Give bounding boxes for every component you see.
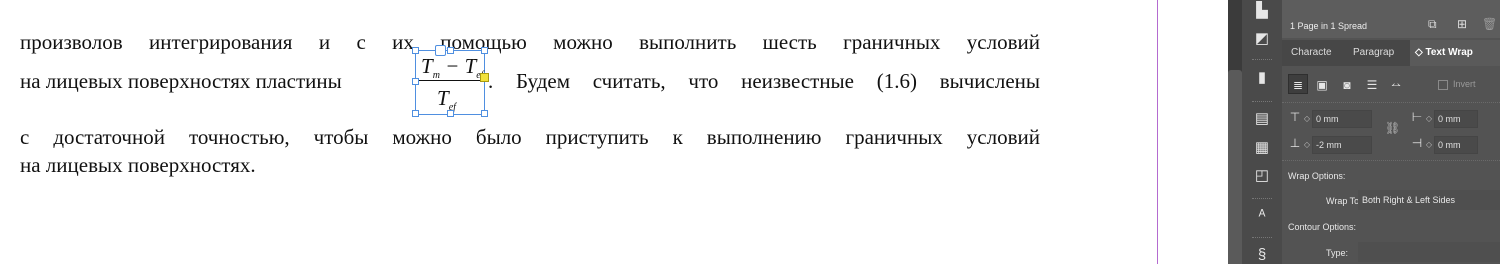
top-offset-control: ⊤ ◇ 0 mm <box>1288 107 1372 129</box>
top-offset-icon: ⊤ <box>1289 110 1301 124</box>
left-offset-control: ⊢ ◇ 0 mm <box>1410 107 1478 129</box>
top-offset-spinner[interactable]: ◇ <box>1302 109 1312 129</box>
page-size-icon[interactable]: ⧉ <box>1428 17 1437 32</box>
no-wrap-icon[interactable]: ≣ <box>1288 74 1308 94</box>
text-line-2-start[interactable]: на лицевых поверхностях пластины <box>20 69 342 94</box>
wrap-type-buttons: ≣ ▣ ◙ ☰ ⥎ Invert <box>1282 72 1500 98</box>
jump-next-column-icon[interactable]: ⥎ <box>1386 74 1406 94</box>
table-icon[interactable]: ▤ <box>1250 108 1274 130</box>
wrap-options-heading: Wrap Options: <box>1288 171 1346 181</box>
fraction-bar <box>418 80 480 81</box>
bottom-offset-spinner[interactable]: ◇ <box>1302 135 1312 155</box>
resize-handle-tr[interactable] <box>481 47 488 54</box>
align-icon[interactable]: ▙ <box>1250 0 1274 22</box>
resize-handle-t[interactable] <box>447 47 454 54</box>
right-offset-control: ⊣ ◇ 0 mm <box>1410 133 1478 155</box>
tab-text-wrap[interactable]: ◇ Text Wrap <box>1410 40 1500 66</box>
invert-checkbox[interactable] <box>1438 80 1448 90</box>
character-styles-icon[interactable]: ᴬ <box>1250 205 1274 227</box>
pages-panel-footer: 1 Page in 1 Spread ⧉ ⊞ 🗑 <box>1282 0 1500 38</box>
wrap-object-shape-icon[interactable]: ◙ <box>1337 74 1357 94</box>
table-styles-icon[interactable]: ▦ <box>1250 137 1274 159</box>
text-line-1[interactable]: произволов интегрирования и с их помощью… <box>20 30 1040 55</box>
dock-separator <box>1252 59 1272 62</box>
contour-type-label: Type: <box>1326 248 1349 258</box>
jump-object-icon[interactable]: ☰ <box>1362 74 1382 94</box>
contour-options-heading: Contour Options: <box>1288 222 1357 232</box>
corner-option-handle[interactable] <box>480 73 489 82</box>
dock-scrollbar[interactable] <box>1228 70 1242 264</box>
resize-handle-bl[interactable] <box>412 110 419 117</box>
margin-guide <box>1157 0 1158 264</box>
paragraph-styles-icon[interactable]: § <box>1250 244 1274 266</box>
dock-separator <box>1252 101 1272 104</box>
new-page-icon[interactable]: ⊞ <box>1457 17 1467 31</box>
left-offset-icon: ⊢ <box>1411 110 1423 124</box>
link-settings-icon[interactable]: ⛓ <box>1385 121 1400 135</box>
left-offset-spinner[interactable]: ◇ <box>1424 109 1434 129</box>
panel-dock: ▙ ◩ ▮ ▤ ▦ ◰ ᴬ § <box>1242 0 1282 264</box>
pages-info: 1 Page in 1 Spread <box>1290 21 1368 31</box>
dock-separator <box>1252 198 1272 201</box>
bottom-offset-control: ⊥ ◇ -2 mm <box>1288 133 1372 155</box>
text-wrap-panel: 1 Page in 1 Spread ⧉ ⊞ 🗑 Characte Paragr… <box>1282 0 1500 264</box>
wrap-to-select[interactable]: Both Right & Left Sides <box>1358 190 1500 210</box>
tab-paragraph[interactable]: Paragrap <box>1348 40 1410 66</box>
document-canvas[interactable]: произволов интегрирования и с их помощью… <box>0 0 1228 264</box>
left-offset-input[interactable]: 0 mm <box>1434 109 1478 128</box>
contour-type-select[interactable] <box>1358 242 1500 262</box>
resize-handle-br[interactable] <box>481 110 488 117</box>
trash-icon[interactable]: 🗑 <box>1482 17 1497 31</box>
right-offset-input[interactable]: 0 mm <box>1434 135 1478 154</box>
wrap-bounding-box-icon[interactable]: ▣ <box>1312 74 1332 94</box>
bottom-offset-icon: ⊥ <box>1289 136 1301 150</box>
panel-divider <box>1282 102 1500 104</box>
cell-styles-icon[interactable]: ◰ <box>1250 165 1274 187</box>
top-offset-input[interactable]: 0 mm <box>1312 109 1372 128</box>
bookmark-icon[interactable]: ▮ <box>1250 67 1274 89</box>
invert-label: Invert <box>1453 79 1476 89</box>
anchor-icon[interactable] <box>435 45 446 56</box>
panel-tabs: Characte Paragrap ◇ Text Wrap <box>1282 40 1500 66</box>
bottom-offset-input[interactable]: -2 mm <box>1312 135 1372 154</box>
resize-handle-b[interactable] <box>447 110 454 117</box>
right-offset-spinner[interactable]: ◇ <box>1424 135 1434 155</box>
text-line-2-end[interactable]: . Будем считать, что неизвестные (1.6) в… <box>488 69 1040 94</box>
formula-frame[interactable]: Tm − Tef Tef <box>412 45 489 117</box>
text-line-3[interactable]: с достаточной точностью, чтобы можно был… <box>20 125 1040 150</box>
formula-numerator: Tm − Tef <box>421 54 484 82</box>
wrap-to-label: Wrap To: <box>1326 196 1362 206</box>
layers-icon[interactable]: ◩ <box>1250 28 1274 50</box>
resize-handle-tl[interactable] <box>412 47 419 54</box>
text-line-4[interactable]: на лицевых поверхностях. <box>20 153 256 178</box>
resize-handle-l[interactable] <box>412 78 419 85</box>
dock-separator <box>1252 237 1272 240</box>
panel-divider <box>1282 160 1500 162</box>
tab-character[interactable]: Characte <box>1286 40 1348 66</box>
right-offset-icon: ⊣ <box>1411 136 1423 150</box>
